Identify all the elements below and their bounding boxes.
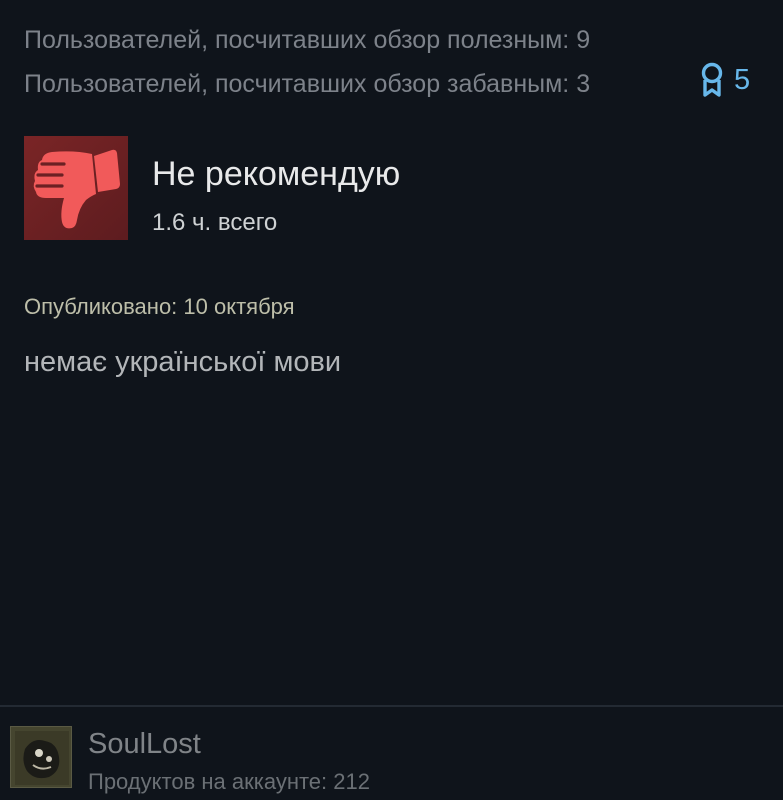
verdict-icon-box <box>24 136 128 240</box>
avatar[interactable] <box>10 726 72 788</box>
review-body: немає української мови <box>24 346 342 378</box>
review-page: Пользователей, посчитавших обзор полезны… <box>0 0 783 800</box>
awards-indicator[interactable]: 5 <box>700 60 750 100</box>
verdict-title[interactable]: Не рекомендую <box>152 154 400 194</box>
author-name[interactable]: SoulLost <box>88 727 201 761</box>
awards-count: 5 <box>734 63 751 96</box>
hours-played: 1.6 ч. всего <box>152 209 278 236</box>
funny-count-text: Пользователей, посчитавших обзор забавны… <box>24 70 591 98</box>
author-divider <box>0 705 783 707</box>
posted-date: Опубликовано: 10 октября <box>24 294 295 319</box>
award-ribbon-icon <box>700 62 724 98</box>
helpful-count-text: Пользователей, посчитавших обзор полезны… <box>24 26 591 54</box>
review-vote-stats: Пользователей, посчитавших обзор полезны… <box>24 18 590 106</box>
author-products-count: Продуктов на аккаунте: 212 <box>88 769 370 794</box>
